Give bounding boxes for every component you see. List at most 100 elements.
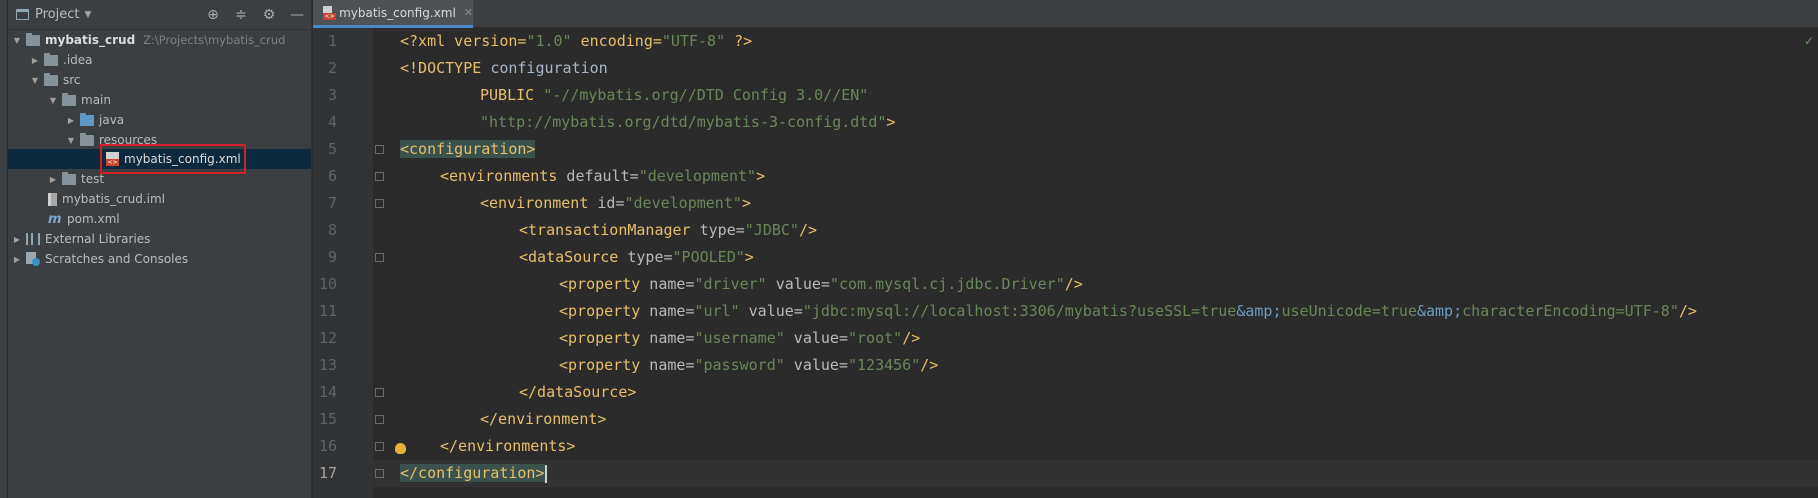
project-panel: Project ▼ ⊕ ≑ ⚙ — ▼ mybatis_crud Z:\Proj… [8,0,312,498]
folder-icon [62,92,76,106]
xml-file-icon [323,5,337,20]
tree-item-label: mybatis_crud [45,33,136,47]
tree-item-label: resources [99,133,158,147]
expanded-arrow-icon[interactable]: ▼ [48,96,58,105]
tree-item-label: .idea [63,53,93,67]
lightbulb-icon[interactable] [395,443,406,454]
code-line: PUBLIC "-//mybatis.org//DTD Config 3.0//… [480,86,869,104]
tree-item-scratches[interactable]: ▶ Scratches and Consoles [8,249,311,269]
close-icon[interactable]: ✕ [464,6,473,19]
code-line: <!DOCTYPE configuration [400,59,608,77]
tree-item-test[interactable]: ▶ test [8,169,311,189]
tree-item-src[interactable]: ▼ src [8,70,311,90]
tree-item-label: src [63,73,81,87]
code-line: <environment id="development"> [480,194,751,212]
line-number: 6 [327,167,337,185]
source-folder-icon [80,112,94,126]
code-line: <configuration> [400,140,536,158]
fold-marker-icon[interactable] [375,442,384,451]
line-number: 15 [318,410,337,428]
collapsed-arrow-icon[interactable]: ▶ [66,116,76,125]
maven-icon: m [48,211,62,227]
expanded-arrow-icon[interactable]: ▼ [30,76,40,85]
tree-item-label: mybatis_config.xml [124,152,241,166]
project-panel-header: Project ▼ ⊕ ≑ ⚙ — [8,0,311,30]
tree-item-external-libraries[interactable]: ▶ External Libraries [8,229,311,249]
line-number: 14 [318,383,337,401]
library-icon [26,233,40,245]
tree-item-main[interactable]: ▼ main [8,90,311,110]
code-line: </dataSource> [519,383,637,401]
iml-file-icon [48,192,57,206]
collapsed-arrow-icon[interactable]: ▶ [30,56,40,65]
tree-item-mybatis-crud[interactable]: ▼ mybatis_crud Z:\Projects\mybatis_crud [8,30,311,50]
fold-marker-icon[interactable] [375,199,384,208]
expanded-arrow-icon[interactable]: ▼ [66,136,76,145]
left-tool-stripe [0,0,8,498]
tree-item-java[interactable]: ▶ java [8,110,311,130]
fold-marker-icon[interactable] [375,388,384,397]
line-number: 4 [327,113,337,131]
line-number: 13 [318,356,337,374]
resources-folder-icon [80,132,94,146]
tree-item-label: Scratches and Consoles [45,252,189,266]
tree-item-idea[interactable]: ▶ .idea [8,50,311,70]
code-line-current: </configuration> [373,460,1818,487]
checkmark-icon: ✓ [1803,34,1814,48]
line-number-gutter: 1 2 3 4 5 6 7 8 9 10 11 12 13 14 15 16 17 [313,28,373,498]
tab-mybatis-config-xml[interactable]: mybatis_config.xml ✕ [313,0,473,28]
code-line: <property name="driver" value="com.mysql… [559,275,1083,293]
expanded-arrow-icon[interactable]: ▼ [12,36,22,45]
code-editor[interactable]: <?xml version="1.0" encoding="UTF-8" ?> … [373,28,1818,498]
code-line: <transactionManager type="JDBC"/> [519,221,818,239]
project-tool-tab[interactable] [0,4,8,70]
line-number: 16 [318,437,337,455]
editor-tab-bar: mybatis_config.xml ✕ [313,0,1818,28]
crosshair-icon[interactable]: ⊕ [205,7,221,23]
code-line: <property name="password" value="123456"… [559,356,939,374]
xml-file-icon [106,152,119,166]
module-path: Z:\Projects\mybatis_crud [143,33,286,47]
scratches-icon [26,252,40,266]
structure-tool-tab[interactable] [0,90,8,160]
chevron-down-icon[interactable]: ▼ [84,10,91,20]
gear-icon[interactable]: ⚙ [261,7,277,23]
collapsed-arrow-icon[interactable]: ▶ [12,255,22,264]
line-number: 2 [327,59,337,77]
tree-item-mybatis-crud-iml[interactable]: mybatis_crud.iml [8,189,311,209]
collapsed-arrow-icon[interactable]: ▶ [12,235,22,244]
text-caret [544,464,547,483]
tree-item-label: External Libraries [45,232,151,246]
fold-marker-icon[interactable] [375,253,384,262]
fold-marker-icon[interactable] [375,469,384,478]
editor-area: mybatis_config.xml ✕ 1234567891011121314… [313,0,1818,498]
collapsed-arrow-icon[interactable]: ▶ [48,175,58,184]
collapse-all-icon[interactable]: ≑ [233,7,249,23]
line-number: 5 [327,140,337,158]
code-line: <dataSource type="POOLED"> [519,248,754,266]
tree-item-label: main [81,93,111,107]
line-number: 10 [318,275,337,293]
line-number: 12 [318,329,337,347]
line-number: 17 [318,464,337,482]
code-line: <?xml version="1.0" encoding="UTF-8" ?> [400,32,753,50]
line-number: 8 [327,221,337,239]
fold-marker-icon[interactable] [375,415,384,424]
tab-label: mybatis_config.xml [339,5,456,20]
line-number: 3 [327,86,337,104]
tree-item-label: mybatis_crud.iml [62,192,165,206]
tree-item-resources[interactable]: ▼ resources [8,130,311,150]
code-line: "http://mybatis.org/dtd/mybatis-3-config… [480,113,896,131]
folder-icon [62,171,76,185]
minus-icon[interactable]: — [289,7,305,23]
fold-marker-icon[interactable] [375,145,384,154]
line-number: 11 [318,302,337,320]
code-line: </environments> [440,437,576,455]
fold-marker-icon[interactable] [375,172,384,181]
project-panel-title[interactable]: Project [35,7,79,22]
line-number: 9 [327,248,337,266]
tree-item-pom-xml[interactable]: m pom.xml [8,209,311,229]
tree-item-mybatis-config-xml[interactable]: mybatis_config.xml [8,149,311,169]
tree-item-label: pom.xml [67,212,120,226]
code-line: <property name="url" value="jdbc:mysql:/… [559,302,1697,320]
